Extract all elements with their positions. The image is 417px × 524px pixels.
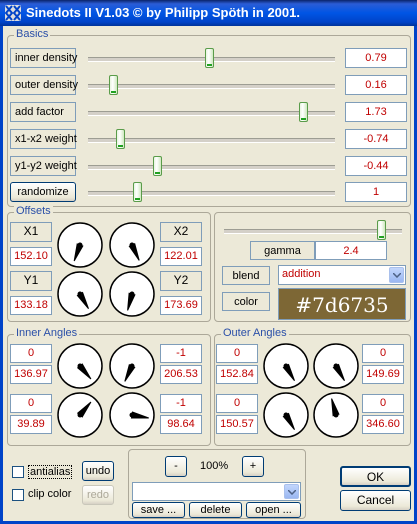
- basics-title: Basics: [14, 28, 51, 40]
- outer-angle-dial-3[interactable]: [262, 391, 310, 439]
- offset-dial-3[interactable]: [56, 270, 104, 318]
- inner-left-1-bottom[interactable]: 136.97: [10, 365, 52, 384]
- outer-angle-dial-2[interactable]: [312, 342, 360, 390]
- inner-angle-dial-1[interactable]: [56, 342, 104, 390]
- delete-button[interactable]: delete: [189, 502, 242, 518]
- color-swatch[interactable]: #7d6735: [278, 288, 406, 320]
- outer-right-2-top[interactable]: 0: [362, 394, 404, 413]
- zoom-out-button[interactable]: -: [165, 456, 187, 477]
- inner-left-1-top[interactable]: 0: [10, 344, 52, 363]
- y2-value[interactable]: 173.69: [160, 296, 202, 315]
- x2-label: X2: [160, 222, 202, 242]
- basics-slider-track[interactable]: [88, 165, 335, 170]
- offset-dial-1[interactable]: [56, 221, 104, 269]
- outer-angle-dial-1[interactable]: [262, 342, 310, 390]
- basics-value[interactable]: 1: [345, 182, 407, 202]
- zoom-level: 100%: [200, 460, 229, 472]
- redo-button[interactable]: redo: [82, 485, 114, 505]
- cancel-button[interactable]: Cancel: [340, 490, 411, 511]
- outer-right-1-bottom[interactable]: 149.69: [362, 365, 404, 384]
- randomize-button[interactable]: randomize: [10, 182, 76, 202]
- offset-dial-2[interactable]: [108, 221, 156, 269]
- x2-value[interactable]: 122.01: [160, 247, 202, 266]
- save-button[interactable]: save ...: [132, 502, 185, 518]
- offsets-title: Offsets: [14, 205, 53, 217]
- outer-angle-dial-4[interactable]: [312, 391, 360, 439]
- title-bar[interactable]: Sinedots II V1.03 © by Philipp Spöth in …: [0, 0, 417, 26]
- blend-label: blend: [222, 266, 270, 285]
- ok-button[interactable]: OK: [340, 466, 411, 487]
- gamma-label: gamma: [250, 241, 315, 260]
- color-label: color: [222, 292, 270, 311]
- basics-slider-track[interactable]: [88, 191, 335, 196]
- inner-right-2-top[interactable]: -1: [160, 394, 202, 413]
- chevron-down-icon[interactable]: [284, 484, 299, 499]
- basics-slider-thumb[interactable]: [133, 182, 143, 202]
- outer-left-1-top[interactable]: 0: [216, 344, 258, 363]
- outer-angles-title: Outer Angles: [221, 327, 289, 339]
- basics-label: inner density: [10, 48, 77, 68]
- outer-left-2-top[interactable]: 0: [216, 394, 258, 413]
- y1-value[interactable]: 133.18: [10, 296, 52, 315]
- basics-value[interactable]: 1.73: [345, 102, 407, 122]
- basics-value[interactable]: -0.44: [345, 156, 407, 176]
- inner-angle-dial-4[interactable]: [108, 391, 156, 439]
- antialias-label[interactable]: antialias: [28, 465, 73, 479]
- basics-slider-track[interactable]: [88, 138, 335, 143]
- y1-label: Y1: [10, 271, 52, 291]
- basics-slider-thumb[interactable]: [205, 48, 215, 68]
- basics-value[interactable]: -0.74: [345, 129, 407, 149]
- app-icon: [4, 5, 22, 21]
- outer-left-2-bottom[interactable]: 150.57: [216, 415, 258, 434]
- inner-right-1-bottom[interactable]: 206.53: [160, 365, 202, 384]
- basics-slider-track[interactable]: [88, 84, 335, 89]
- antialias-checkbox[interactable]: [12, 466, 24, 478]
- gamma-value[interactable]: 2.4: [315, 241, 387, 260]
- basics-slider-thumb[interactable]: [153, 156, 163, 176]
- undo-button[interactable]: undo: [82, 461, 114, 481]
- basics-value[interactable]: 0.79: [345, 48, 407, 68]
- chevron-down-icon[interactable]: [389, 267, 404, 283]
- gamma-slider-track[interactable]: [224, 229, 402, 234]
- basics-slider-thumb[interactable]: [108, 75, 118, 95]
- y2-label: Y2: [160, 271, 202, 291]
- basics-label: outer density: [10, 75, 78, 95]
- blend-selected: addition: [282, 268, 321, 280]
- clip-color-label[interactable]: clip color: [28, 488, 71, 500]
- clip-color-checkbox[interactable]: [12, 489, 24, 501]
- zoom-in-button[interactable]: +: [242, 456, 264, 477]
- window-title: Sinedots II V1.03 © by Philipp Spöth in …: [26, 5, 300, 20]
- x1-label: X1: [10, 222, 52, 242]
- basics-label: x1-x2 weight: [10, 129, 77, 149]
- inner-left-2-top[interactable]: 0: [10, 394, 52, 413]
- inner-angle-dial-3[interactable]: [56, 391, 104, 439]
- inner-angle-dial-2[interactable]: [108, 342, 156, 390]
- inner-right-1-top[interactable]: -1: [160, 344, 202, 363]
- basics-slider-track[interactable]: [88, 111, 335, 116]
- inner-angles-title: Inner Angles: [14, 327, 80, 339]
- basics-label: y1-y2 weight: [10, 156, 77, 176]
- offset-dial-4[interactable]: [108, 270, 156, 318]
- inner-right-2-bottom[interactable]: 98.64: [160, 415, 202, 434]
- blend-select[interactable]: addition: [278, 265, 406, 285]
- gamma-slider-thumb[interactable]: [376, 220, 386, 240]
- basics-slider-thumb[interactable]: [298, 102, 308, 122]
- basics-label: add factor: [10, 102, 76, 122]
- basics-value[interactable]: 0.16: [345, 75, 407, 95]
- basics-slider-thumb[interactable]: [116, 129, 126, 149]
- x1-value[interactable]: 152.10: [10, 247, 52, 266]
- preset-select[interactable]: [132, 482, 301, 501]
- outer-right-1-top[interactable]: 0: [362, 344, 404, 363]
- inner-left-2-bottom[interactable]: 39.89: [10, 415, 52, 434]
- outer-left-1-bottom[interactable]: 152.84: [216, 365, 258, 384]
- outer-right-2-bottom[interactable]: 346.60: [362, 415, 404, 434]
- open-button[interactable]: open ...: [246, 502, 301, 518]
